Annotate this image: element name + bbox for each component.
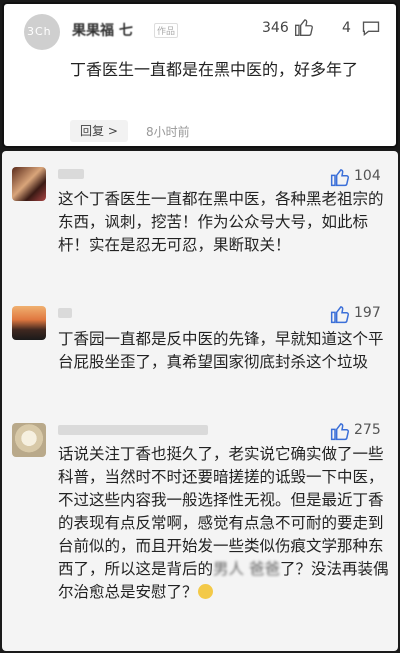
comment-text: 话说关注丁香也挺久了，老实说它确实做了一些科普，当然时不时还要暗搓搓的诋毁一下中…: [58, 443, 392, 604]
thumb-up-icon: [330, 423, 350, 441]
like-count: 104: [354, 168, 381, 184]
username[interactable]: [58, 308, 72, 318]
comment-text: 丁香医生一直都是在黑中医的，好多年了: [70, 60, 359, 79]
list-item: 275 话说关注丁香也挺久了，老实说它确实做了一些科普，当然时不时还要暗搓搓的诋…: [2, 415, 398, 651]
avatar[interactable]: [12, 306, 46, 340]
timestamp: 8小时前: [146, 125, 190, 139]
avatar-text: 3Ch: [27, 25, 52, 38]
username[interactable]: [58, 425, 208, 435]
reply-list: 104 这个丁香医生一直都在黑中医，各种黑老祖宗的东西，讽刺，挖苦！作为公众号大…: [2, 151, 398, 651]
avatar[interactable]: [12, 423, 46, 457]
like-count: 346: [262, 20, 289, 36]
thumb-up-icon[interactable]: [294, 17, 314, 37]
blurred-text: 男人 爸爸: [213, 560, 280, 578]
top-comment-card: 3Ch 果果福 七 作品 346 4 丁香医生一直都是在黑中医的，好多年了 回复…: [2, 2, 398, 148]
list-item: 104 这个丁香医生一直都在黑中医，各种黑老祖宗的东西，讽刺，挖苦！作为公众号大…: [2, 159, 398, 299]
reply-button[interactable]: 回复 >: [70, 120, 128, 142]
thumb-up-icon: [330, 306, 350, 324]
reply-count: 4: [342, 20, 351, 36]
username[interactable]: [58, 169, 84, 179]
comment-bubble-icon[interactable]: [360, 18, 382, 38]
avatar[interactable]: 3Ch: [24, 14, 60, 50]
author-badge: 作品: [154, 23, 179, 38]
like-count: 275: [354, 422, 381, 438]
dog-emoji-icon: [197, 584, 213, 599]
like-count: 197: [354, 305, 381, 321]
thumb-up-icon: [330, 169, 350, 187]
comment-text: 丁香园一直都是反中医的先锋，早就知道这个平台屁股坐歪了，真希望国家彻底封杀这个垃…: [58, 330, 384, 371]
list-item: 197 丁香园一直都是反中医的先锋，早就知道这个平台屁股坐歪了，真希望国家彻底封…: [2, 298, 398, 410]
avatar[interactable]: [12, 167, 46, 201]
comment-text: 这个丁香医生一直都在黑中医，各种黑老祖宗的东西，讽刺，挖苦！作为公众号大号，如此…: [58, 190, 384, 254]
username[interactable]: 果果福 七: [72, 20, 133, 40]
